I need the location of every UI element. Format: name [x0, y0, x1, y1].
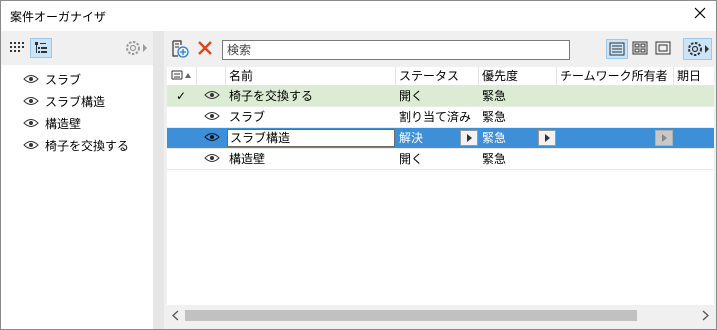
issue-table: 名前 ステータス 優先度 チームワーク所有者 期日 ✓ 椅子を交換する 開く 緊…	[167, 67, 714, 305]
eye-icon[interactable]	[23, 118, 39, 128]
eye-icon[interactable]	[201, 149, 223, 169]
table-row-selected[interactable]: スラブ構造 解決 緊急	[167, 128, 714, 149]
arrow-left-icon[interactable]	[170, 309, 182, 325]
tree-item-label: 構造壁	[45, 116, 82, 131]
new-issue-icon[interactable]	[169, 39, 191, 59]
sort-column-header[interactable]	[167, 67, 197, 85]
delete-icon[interactable]	[195, 39, 217, 59]
issue-organizer-window: 案件オーガナイザ スラブ スラブ構造 構造壁 椅子を交換する 検索 名前 ステー…	[0, 0, 717, 330]
column-header-owner[interactable]: チームワーク所有者	[557, 67, 674, 85]
tree-item-label: 椅子を交換する	[45, 138, 130, 153]
table-row[interactable]: スラブ 割り当て済み 緊急	[167, 107, 714, 128]
close-icon[interactable]	[693, 6, 707, 20]
cell-priority[interactable]: 緊急	[479, 128, 539, 148]
visibility-column-header[interactable]	[197, 67, 226, 85]
search-input[interactable]	[222, 40, 570, 60]
eye-icon[interactable]	[23, 74, 39, 84]
checkmark-icon: ✓	[176, 89, 187, 103]
cell-status[interactable]: 解決	[396, 128, 461, 148]
arrow-right-icon[interactable]	[538, 130, 556, 146]
tree-item-label: スラブ構造	[45, 94, 106, 109]
cell-name: 椅子を交換する	[229, 89, 314, 103]
cell-status: 開く	[399, 89, 424, 103]
right-pane: 名前 ステータス 優先度 チームワーク所有者 期日 ✓ 椅子を交換する 開く 緊…	[164, 31, 716, 329]
cell-name: スラブ	[229, 110, 266, 124]
cell-status: 割り当て済み	[399, 110, 472, 124]
column-header-priority[interactable]: 優先度	[479, 67, 557, 85]
left-toolbar	[1, 31, 153, 65]
tree-item[interactable]: スラブ構造	[23, 91, 105, 111]
column-header-due[interactable]: 期日	[674, 67, 714, 85]
gear-icon[interactable]	[683, 38, 712, 60]
eye-icon[interactable]	[201, 128, 223, 148]
single-view-icon[interactable]	[653, 39, 675, 59]
cell-status: 開く	[399, 152, 424, 166]
table-header: 名前 ステータス 優先度 チームワーク所有者 期日	[167, 67, 714, 86]
window-title: 案件オーガナイザ	[10, 10, 107, 24]
grid-view-icon[interactable]	[7, 38, 29, 58]
scrollbar-thumb[interactable]	[185, 310, 637, 321]
column-header-status[interactable]: ステータス	[396, 67, 479, 85]
thumbnail-view-icon[interactable]	[630, 39, 652, 59]
checkmark-icon	[173, 149, 193, 169]
eye-icon[interactable]	[201, 107, 223, 127]
cell-name: 構造壁	[229, 152, 266, 166]
checkmark-icon	[173, 128, 193, 148]
table-row[interactable]: ✓ 椅子を交換する 開く 緊急	[167, 86, 714, 107]
issue-tree: スラブ スラブ構造 構造壁 椅子を交換する	[1, 65, 153, 329]
cell-priority: 緊急	[482, 89, 507, 103]
sort-ascending-icon	[171, 70, 191, 80]
tree-item[interactable]: 椅子を交換する	[23, 135, 129, 155]
pane-splitter[interactable]	[153, 31, 164, 329]
right-toolbar	[164, 31, 716, 65]
table-row[interactable]: 構造壁 開く 緊急	[167, 149, 714, 170]
arrow-right-icon[interactable]	[460, 130, 478, 146]
tree-item[interactable]: スラブ	[23, 69, 81, 89]
list-view-icon[interactable]	[606, 39, 628, 59]
horizontal-scrollbar[interactable]	[167, 307, 714, 324]
cell-priority: 緊急	[482, 110, 507, 124]
eye-icon[interactable]	[23, 96, 39, 106]
eye-icon[interactable]	[23, 140, 39, 150]
tree-item-label: スラブ	[45, 72, 82, 87]
title-bar: 案件オーガナイザ	[1, 1, 716, 31]
checkmark-icon	[173, 107, 193, 127]
tree-item[interactable]: 構造壁	[23, 113, 81, 133]
column-header-name[interactable]: 名前	[226, 67, 396, 85]
left-pane: スラブ スラブ構造 構造壁 椅子を交換する	[1, 31, 153, 329]
gear-icon[interactable]	[122, 38, 149, 58]
cell-priority: 緊急	[482, 152, 507, 166]
name-edit-field[interactable]: スラブ構造	[227, 129, 395, 147]
arrow-right-icon[interactable]	[699, 309, 711, 325]
arrow-right-icon[interactable]	[655, 130, 673, 146]
tree-view-icon[interactable]	[30, 38, 52, 58]
eye-icon[interactable]	[201, 86, 223, 106]
